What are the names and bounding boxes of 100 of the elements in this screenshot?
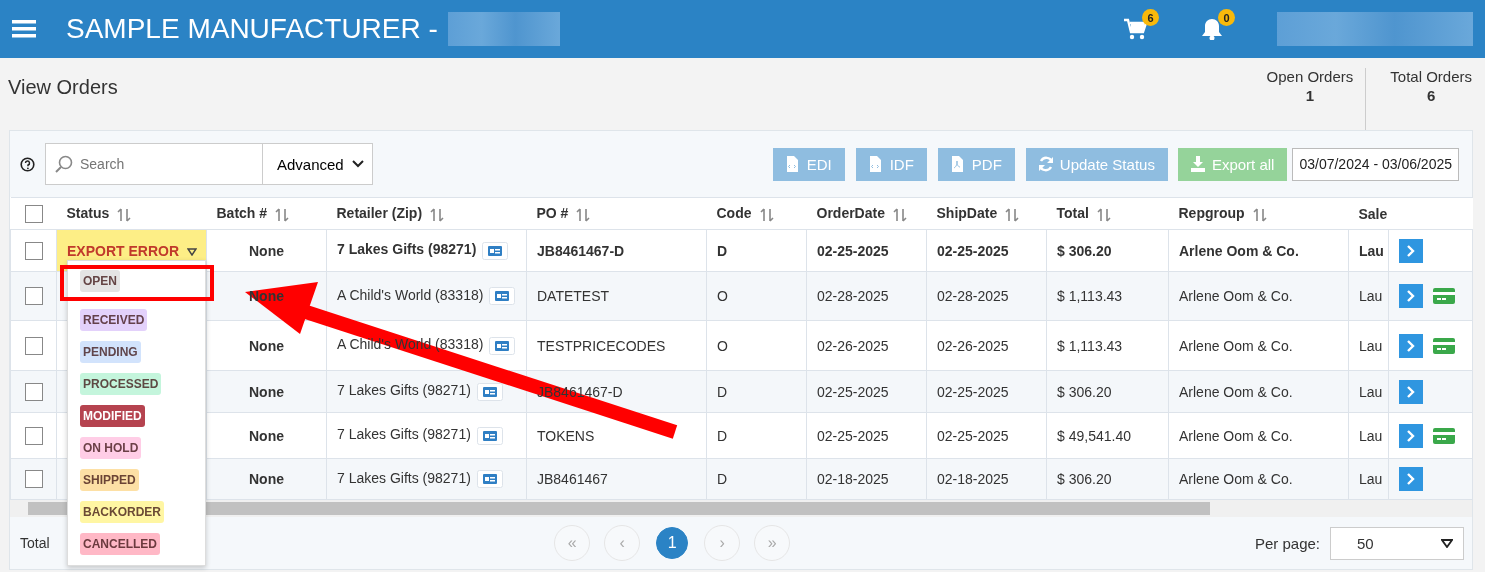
menu-item[interactable]: MODIFIED: [68, 403, 205, 427]
sort-icon[interactable]: [576, 207, 591, 222]
download-icon: [1190, 156, 1205, 172]
contact-card-icon[interactable]: [476, 470, 503, 489]
open-button[interactable]: [1399, 284, 1423, 308]
chevron-right-icon: [1406, 290, 1416, 302]
credit-card-icon[interactable]: [1433, 427, 1455, 444]
row-checkbox[interactable]: [24, 470, 43, 488]
per-page-dropdown[interactable]: 50: [1330, 526, 1464, 560]
table-cell: 02-25-2025: [817, 242, 889, 259]
table-cell: 02-25-2025: [937, 383, 1009, 400]
column-header[interactable]: Status: [66, 205, 110, 222]
table-cell: $ 306.20: [1057, 471, 1112, 487]
sort-icon[interactable]: [1005, 207, 1020, 222]
table-cell: 7 Lakes Gifts (98271): [337, 426, 471, 443]
table-cell: None: [249, 471, 284, 487]
table-cell: TOKENS: [537, 427, 595, 444]
help-icon[interactable]: [20, 156, 35, 172]
per-page-label: Per page:: [1254, 534, 1320, 552]
contact-card-icon[interactable]: [482, 241, 509, 260]
stat-label: Total Orders: [1390, 68, 1472, 85]
sort-icon[interactable]: [1096, 207, 1111, 222]
column-header[interactable]: Retailer (Zip): [336, 205, 423, 222]
sort-icon[interactable]: [430, 207, 445, 222]
menu-item[interactable]: RECEIVED: [68, 307, 205, 331]
status-dropdown[interactable]: EXPORT ERROR: [67, 242, 179, 259]
column-header[interactable]: Sale: [1358, 205, 1388, 222]
table-cell: None: [249, 337, 284, 354]
chevron-right-icon: [1406, 473, 1416, 485]
column-header[interactable]: PO #: [536, 205, 569, 222]
contact-card-icon[interactable]: [489, 336, 516, 355]
table-cell: 02-28-2025: [817, 288, 889, 304]
row-checkbox[interactable]: [24, 336, 43, 355]
column-header[interactable]: Batch #: [216, 205, 268, 222]
open-button[interactable]: [1399, 238, 1423, 263]
open-button[interactable]: [1399, 379, 1423, 404]
table-cell: $ 49,541.40: [1057, 427, 1131, 444]
horizontal-scrollbar[interactable]: [10, 500, 1472, 517]
contact-card-icon[interactable]: [476, 426, 503, 445]
stat-value: 6: [1426, 87, 1436, 104]
table-cell: Arlene Oom & Co.: [1179, 471, 1293, 487]
row-checkbox[interactable]: [24, 382, 43, 401]
table-cell: Lau: [1359, 288, 1383, 304]
open-button[interactable]: [1399, 467, 1423, 491]
table-cell: Arlene Oom & Co.: [1179, 288, 1293, 304]
advanced-dropdown[interactable]: Advanced: [263, 143, 373, 185]
table-cell: A Child's World (83318): [337, 336, 484, 353]
refresh-icon: [1038, 156, 1053, 172]
file-icon: [785, 156, 800, 172]
search-field[interactable]: Search: [45, 143, 263, 185]
table-cell: TESTPRICECODES: [537, 337, 666, 354]
date-range-field[interactable]: 03/07/2024 - 03/06/2025: [1292, 147, 1459, 181]
table-cell: DATETEST: [537, 288, 610, 304]
bell-icon[interactable]: [1201, 18, 1223, 40]
table-cell: JB8461467: [537, 471, 608, 487]
contact-card-icon[interactable]: [476, 382, 503, 401]
chevron-down-icon: [351, 160, 364, 168]
column-header[interactable]: Total: [1056, 205, 1089, 222]
total-label: Total: [20, 535, 50, 551]
table-cell: $ 306.20: [1057, 242, 1112, 259]
contact-card-icon[interactable]: [489, 287, 516, 306]
select-all-checkbox[interactable]: [24, 204, 43, 223]
table-cell: Arlene Oom & Co.: [1179, 383, 1293, 400]
table-cell: A Child's World (83318): [337, 286, 484, 303]
open-button[interactable]: [1399, 333, 1423, 358]
row-checkbox[interactable]: [24, 287, 43, 305]
page-button[interactable]: 1: [656, 527, 689, 559]
count-badge: 0: [1218, 9, 1235, 26]
column-header[interactable]: ShipDate: [936, 205, 998, 222]
column-header[interactable]: Code: [716, 205, 752, 222]
table-cell: 02-18-2025: [817, 471, 889, 487]
table-cell: 7 Lakes Gifts (98271): [337, 469, 471, 486]
sort-icon[interactable]: [892, 207, 907, 222]
page-title: View Orders: [8, 76, 118, 100]
sort-icon[interactable]: [1252, 207, 1267, 222]
sort-icon[interactable]: [275, 207, 290, 222]
table-cell: 02-26-2025: [937, 337, 1009, 354]
table-cell: $ 1,113.43: [1057, 337, 1123, 354]
table-cell: 7 Lakes Gifts (98271): [337, 241, 477, 258]
row-checkbox[interactable]: [24, 241, 43, 260]
table-cell: D: [717, 242, 728, 259]
sort-icon[interactable]: [117, 207, 132, 222]
table-cell: 02-28-2025: [937, 288, 1009, 304]
table-cell: Lau: [1359, 337, 1383, 354]
table-cell: 7 Lakes Gifts (98271): [337, 382, 471, 399]
sort-icon[interactable]: [759, 207, 774, 222]
caret-down-icon[interactable]: [187, 247, 197, 256]
table-cell: 02-25-2025: [817, 383, 889, 400]
row-checkbox[interactable]: [24, 426, 43, 445]
open-button[interactable]: [1399, 423, 1423, 448]
app-title: SAMPLE MANUFACTURER -: [66, 13, 438, 45]
table-cell: 02-25-2025: [937, 242, 1009, 259]
cart-icon[interactable]: [1123, 18, 1147, 40]
credit-card-icon[interactable]: [1433, 288, 1455, 304]
credit-card-icon[interactable]: [1433, 337, 1455, 354]
table-cell: Arlene Oom & Co.: [1179, 427, 1293, 444]
column-header[interactable]: OrderDate: [816, 205, 885, 222]
menu-icon[interactable]: [12, 19, 36, 39]
caret-down-icon: [1441, 538, 1453, 548]
column-header[interactable]: Repgroup: [1178, 205, 1245, 222]
